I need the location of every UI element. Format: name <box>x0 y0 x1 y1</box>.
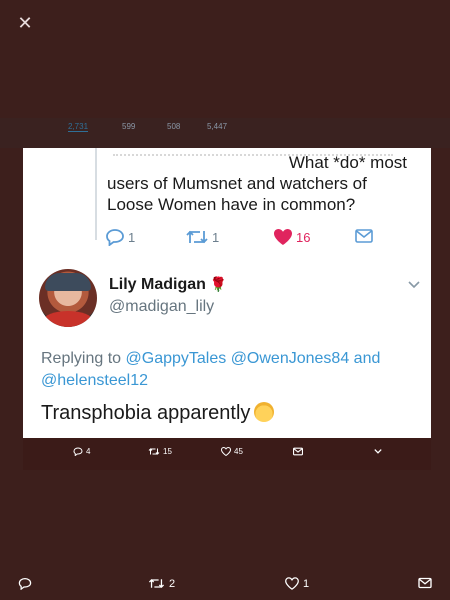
stat-following: 599 <box>122 122 136 131</box>
reply-icon <box>18 577 32 590</box>
replying-to: Replying to @GappyTales @OwenJones84 and… <box>41 348 421 392</box>
envelope-icon <box>293 447 303 456</box>
avatar-cap <box>45 273 91 291</box>
display-name-text: Lily Madigan <box>109 276 206 293</box>
mention-owenjones84[interactable]: @OwenJones84 <box>231 350 350 367</box>
bottom-action-bar: 2 1 <box>0 575 450 599</box>
like-count: 16 <box>296 229 311 245</box>
heart-icon <box>285 577 299 590</box>
avatar-shirt <box>43 311 93 327</box>
quoted-line-3: Loose Women have in common? <box>107 195 356 214</box>
bottom-like-count: 1 <box>303 577 310 590</box>
quoted-line-2: users of Mumsnet and watchers of <box>107 174 367 193</box>
retweet-count: 1 <box>212 229 220 245</box>
replying-prefix: Replying to <box>41 350 122 367</box>
under-more[interactable] <box>373 447 383 456</box>
user-handle[interactable]: @madigan_lily <box>109 298 214 316</box>
dm-action[interactable] <box>355 228 373 244</box>
tweet-body: Transphobia apparently <box>41 402 275 425</box>
bottom-like[interactable]: 1 <box>285 577 309 590</box>
bottom-dm[interactable] <box>418 577 432 589</box>
reply-action[interactable]: 1 <box>105 228 135 246</box>
and-word: and <box>353 350 381 367</box>
chevron-down-icon[interactable] <box>407 278 421 292</box>
avatar[interactable] <box>39 269 97 327</box>
bottom-retweet-count: 2 <box>169 577 176 590</box>
under-card-action-bar: 4 15 45 <box>23 438 431 470</box>
reply-icon <box>106 229 124 246</box>
bottom-retweet[interactable]: 2 <box>148 577 175 590</box>
retweet-icon <box>148 579 165 588</box>
under-like[interactable]: 45 <box>221 447 243 456</box>
heart-icon <box>221 447 231 456</box>
under-like-count: 45 <box>234 447 243 456</box>
close-button[interactable]: ✕ <box>14 12 36 34</box>
background-profile-stats: 2,731 599 508 5,447 <box>0 120 450 134</box>
close-icon: ✕ <box>17 13 33 33</box>
display-name[interactable]: Lily Madigan 🌹 <box>109 276 227 294</box>
stat-tweets: 2,731 <box>68 122 89 132</box>
under-reply[interactable]: 4 <box>73 447 90 456</box>
thread-line <box>95 148 97 240</box>
quoted-tweet-text: What *do* most users of Mumsnet and watc… <box>107 152 407 215</box>
retweet-icon <box>186 230 208 244</box>
retweet-action[interactable]: 1 <box>185 228 219 246</box>
mention-helensteel12[interactable]: @helensteel12 <box>41 372 148 389</box>
bottom-reply[interactable] <box>18 577 32 590</box>
envelope-icon <box>418 577 432 589</box>
like-action[interactable]: 16 <box>273 228 310 246</box>
reply-icon <box>73 447 83 456</box>
stat-followers: 508 <box>167 122 181 131</box>
under-dm[interactable] <box>293 447 303 456</box>
chevron-down-icon <box>374 449 382 454</box>
quoted-tweet-actions: 1 1 16 <box>105 228 405 252</box>
under-retweet[interactable]: 15 <box>148 447 172 456</box>
quoted-line-1: What *do* most <box>288 153 407 172</box>
mention-gappytales[interactable]: @GappyTales <box>126 350 227 367</box>
heart-filled-icon <box>274 229 292 245</box>
ok-hand-icon <box>254 402 275 422</box>
retweet-icon <box>148 448 160 455</box>
stat-likes: 5,447 <box>207 122 228 131</box>
envelope-icon <box>355 229 373 243</box>
under-reply-count: 4 <box>86 447 91 456</box>
rose-icon: 🌹 <box>209 276 228 292</box>
tweet-image[interactable]: What *do* most users of Mumsnet and watc… <box>23 148 431 438</box>
reply-count: 1 <box>128 229 136 245</box>
under-retweet-count: 15 <box>163 447 172 456</box>
tweet-body-text: Transphobia apparently <box>41 402 251 424</box>
